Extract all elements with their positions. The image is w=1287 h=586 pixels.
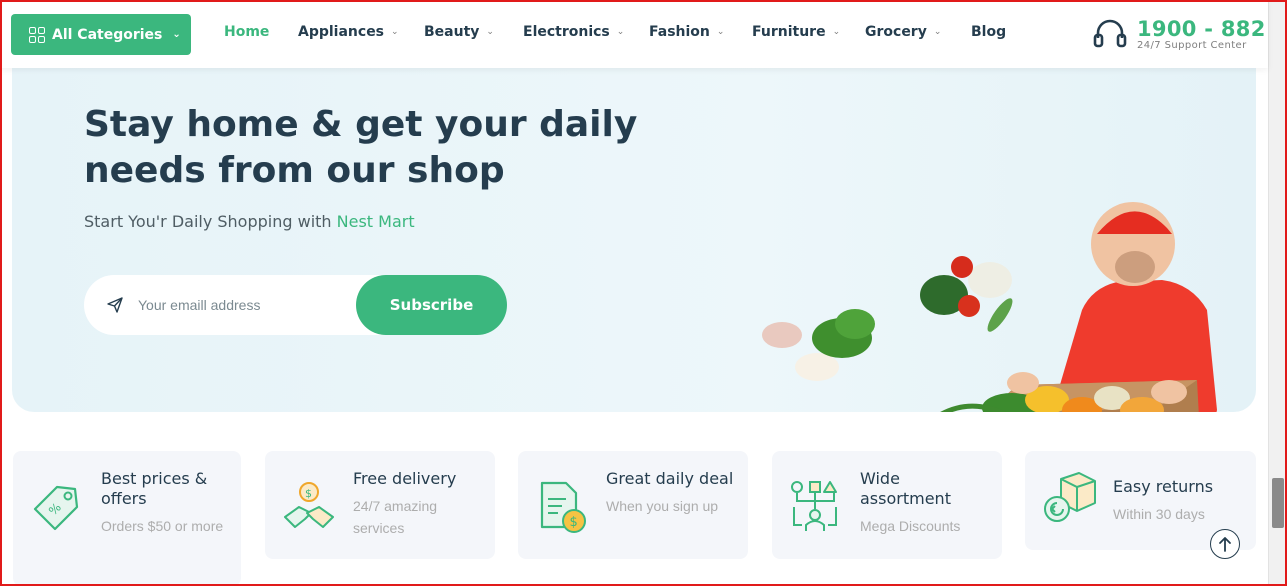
returns-icon: [1044, 472, 1096, 522]
nav-item-appliances[interactable]: Appliances ⌄: [298, 24, 424, 40]
feature-card-wide-assortment[interactable]: Wide assortment Mega Discounts: [772, 451, 1002, 559]
nav-item-home[interactable]: Home: [224, 24, 298, 40]
nav-item-beauty[interactable]: Beauty ⌄: [424, 24, 523, 40]
svg-text:$: $: [305, 487, 312, 500]
feature-desc: Orders $50 or more: [101, 518, 224, 534]
menu-bar: Home Appliances ⌄ Beauty ⌄ Electronics ⌄ Fa…: [224, 24, 1021, 40]
nav-item-label: Fashion: [649, 24, 710, 40]
headset-icon: [1093, 19, 1127, 48]
nav-item-grocery[interactable]: Grocery ⌄: [865, 24, 971, 40]
nav-item-label: Home: [224, 24, 270, 40]
nav-item-blog[interactable]: Blog: [971, 24, 1021, 40]
scrollbar-thumb[interactable]: [1272, 478, 1284, 528]
deal-icon: $: [540, 481, 586, 533]
newsletter-form: Subscribe: [84, 275, 507, 335]
subscribe-button[interactable]: Subscribe: [356, 275, 507, 335]
hero-subtitle: Start You'r Daily Shopping with Nest Mar…: [84, 212, 415, 231]
feature-title: Best prices & offers: [101, 469, 208, 508]
feature-card-best-prices[interactable]: % Best prices & offers Orders $50 or mor…: [13, 451, 241, 586]
chevron-down-icon: ⌄: [832, 27, 841, 37]
hero-banner: Stay home & get your daily needs from ou…: [12, 60, 1256, 412]
chevron-down-icon: ⌄: [172, 29, 181, 40]
nav-item-label: Electronics: [523, 24, 610, 40]
chevron-down-icon: ⌄: [716, 27, 725, 37]
all-categories-button[interactable]: All Categories ⌄: [11, 14, 191, 55]
hero-title: Stay home & get your daily needs from ou…: [84, 104, 638, 191]
feature-title: Great daily deal: [606, 469, 734, 488]
feature-desc: Mega Discounts: [860, 518, 961, 534]
feature-title: Wide assortment: [860, 469, 951, 508]
chevron-down-icon: ⌄: [486, 27, 494, 37]
feature-title: Easy returns: [1113, 477, 1214, 496]
support-number: 1900 - 882: [1137, 16, 1266, 41]
nav-item-label: Blog: [971, 24, 1007, 40]
support-contact[interactable]: 1900 - 882 24/7 Support Center: [1092, 16, 1266, 52]
assortment-icon: [791, 481, 837, 531]
nav-item-label: Beauty: [424, 24, 480, 40]
support-text: 24/7 Support Center: [1137, 39, 1247, 51]
chevron-down-icon: ⌄: [391, 27, 399, 37]
all-categories-label: All Categories: [52, 26, 163, 43]
scroll-to-top-button[interactable]: [1210, 529, 1240, 559]
feature-desc: 24/7 amazing services: [353, 498, 438, 536]
delivery-icon: $: [284, 482, 334, 528]
arrow-up-icon: [1219, 537, 1231, 552]
nav-item-label: Furniture: [752, 24, 826, 40]
feature-desc: When you sign up: [606, 498, 719, 514]
nav-item-label: Appliances: [298, 24, 385, 40]
grid-icon: [29, 26, 45, 43]
main-nav: All Categories ⌄ Home Appliances ⌄ Beauty…: [0, 0, 1268, 68]
nav-item-electronics[interactable]: Electronics ⌄: [523, 24, 649, 40]
brand-name: Nest Mart: [336, 212, 415, 231]
nav-item-furniture[interactable]: Furniture ⌄: [752, 24, 865, 40]
price-tag-icon: %: [33, 485, 79, 531]
svg-text:$: $: [570, 515, 578, 530]
nav-item-fashion[interactable]: Fashion ⌄: [649, 24, 752, 40]
grocery-delivery-illustration: [762, 202, 1217, 412]
send-icon: [107, 297, 123, 313]
chevron-down-icon: ⌄: [616, 27, 625, 37]
feature-desc: Within 30 days: [1113, 506, 1205, 522]
feature-title: Free delivery: [353, 469, 457, 488]
feature-card-daily-deal[interactable]: $ Great daily deal When you sign up: [518, 451, 748, 559]
feature-card-free-delivery[interactable]: $ Free delivery 24/7 amazing services: [265, 451, 495, 559]
email-input[interactable]: [138, 297, 338, 313]
page-scrollbar[interactable]: [1268, 0, 1287, 586]
hero-subtitle-text: Start You'r Daily Shopping with: [84, 212, 337, 231]
nav-item-label: Grocery: [865, 24, 927, 40]
chevron-down-icon: ⌄: [933, 27, 942, 37]
